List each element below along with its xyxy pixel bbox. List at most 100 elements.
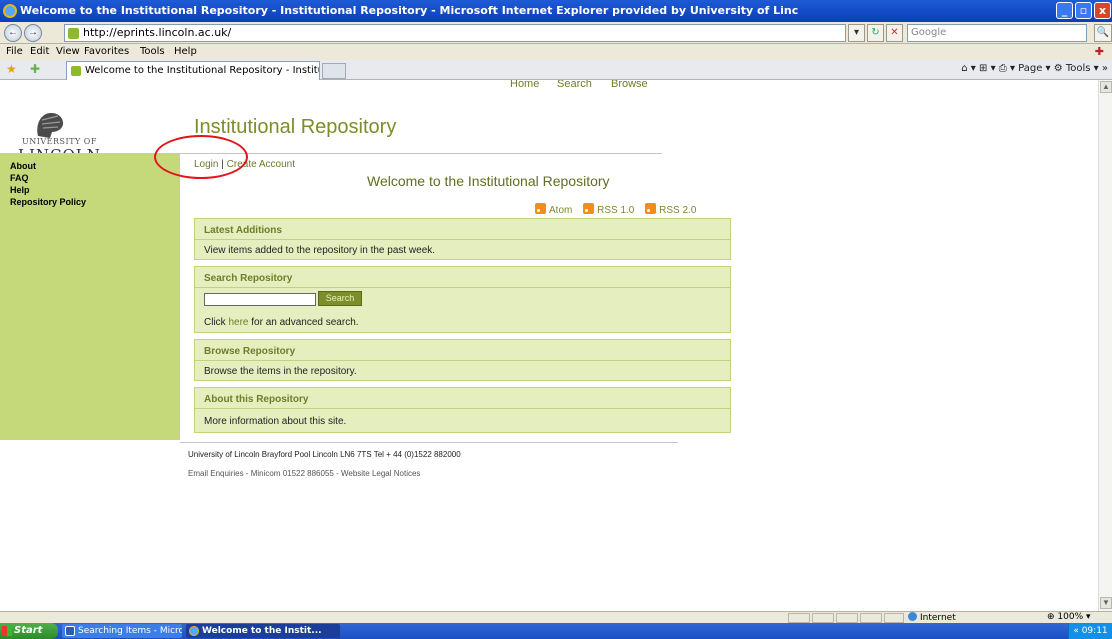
status-cell [836, 613, 858, 623]
minimize-button[interactable]: _ [1056, 2, 1073, 19]
address-url: http://eprints.lincoln.ac.uk/ [83, 26, 232, 39]
taskbar: Start Searching Items - Micros... Welcom… [0, 623, 1112, 639]
tab-title: Welcome to the Institutional Repository … [85, 65, 319, 76]
address-bar-row: ← → http://eprints.lincoln.ac.uk/ ▾ ↻ ✕ … [0, 22, 1112, 44]
tab-favicon-icon [71, 66, 81, 76]
tab-active[interactable]: Welcome to the Institutional Repository … [66, 61, 320, 80]
sidebar-item-about[interactable]: About [10, 161, 36, 171]
menu-help[interactable]: Help [174, 46, 197, 57]
stop-button[interactable]: ✕ [886, 24, 903, 42]
status-cell [860, 613, 882, 623]
advanced-search-prefix: Click [204, 317, 229, 328]
back-button[interactable]: ← [4, 24, 22, 42]
zone-label: Internet [920, 613, 956, 623]
repository-search-input[interactable] [204, 293, 316, 306]
menu-file[interactable]: File [6, 46, 23, 57]
search-icon[interactable]: 🔍 [1094, 24, 1112, 42]
advanced-search-text: Click here for an advanced search. [204, 317, 359, 328]
footer-links[interactable]: Email Enquiries - Minicom 01522 886055 -… [188, 469, 420, 478]
add-favorites-icon[interactable]: ✚ [30, 62, 40, 76]
start-button[interactable]: Start [0, 623, 58, 639]
sidebar-item-repository-policy[interactable]: Repository Policy [10, 197, 86, 207]
rss1-feed-link[interactable]: RSS 1.0 [583, 203, 635, 216]
rss1-label: RSS 1.0 [597, 205, 635, 216]
feed-icon [535, 203, 546, 214]
new-tab-button[interactable] [322, 63, 346, 79]
site-favicon-icon [68, 28, 79, 39]
refresh-button[interactable]: ↻ [867, 24, 884, 42]
internet-explorer-icon [3, 4, 17, 18]
browse-repository-title[interactable]: Browse Repository [204, 346, 295, 357]
search-button[interactable]: Search [318, 291, 362, 306]
screen: Welcome to the Institutional Repository … [0, 0, 1112, 639]
close-button[interactable]: x [1094, 2, 1111, 19]
university-logo-icon [37, 112, 64, 138]
address-dropdown-button[interactable]: ▾ [848, 24, 865, 42]
search-input[interactable]: Google [907, 24, 1087, 42]
sidebar-item-faq[interactable]: FAQ [10, 173, 29, 183]
about-repository-title[interactable]: About this Repository [204, 394, 308, 405]
window-title: Welcome to the Institutional Repository … [20, 4, 799, 17]
latest-additions-title[interactable]: Latest Additions [204, 225, 282, 236]
maximize-button[interactable]: ▫ [1075, 2, 1092, 19]
about-repository-box: About this Repository More information a… [194, 387, 731, 433]
taskbar-item-browser[interactable]: Welcome to the Instit... [186, 624, 340, 638]
command-bar[interactable]: ⌂ ▾ ⊞ ▾ ⎙ ▾ Page ▾ ⚙ Tools ▾ » [961, 63, 1108, 74]
rss2-label: RSS 2.0 [659, 205, 697, 216]
status-cell [788, 613, 810, 623]
status-cell [884, 613, 904, 623]
welcome-heading: Welcome to the Institutional Repository [367, 173, 610, 189]
feed-icon [583, 203, 595, 214]
box-divider [195, 239, 730, 240]
globe-icon [908, 612, 917, 621]
scroll-down-icon[interactable]: ▼ [1100, 597, 1112, 609]
advanced-search-suffix: for an advanced search. [248, 317, 359, 328]
security-zone[interactable]: Internet [908, 612, 956, 623]
start-label: Start [14, 625, 43, 636]
rss2-feed-link[interactable]: RSS 2.0 [645, 203, 697, 216]
forward-button[interactable]: → [24, 24, 42, 42]
footer-divider [180, 442, 678, 443]
sidebar-item-help[interactable]: Help [10, 185, 30, 195]
taskbar-item-label: Searching Items - Micros... [78, 626, 182, 636]
zoom-level[interactable]: ⊕ 100% ▾ [1047, 612, 1091, 622]
advanced-search-link[interactable]: here [228, 317, 248, 328]
taskbar-item-word[interactable]: Searching Items - Micros... [62, 624, 182, 638]
search-repository-title: Search Repository [204, 273, 293, 284]
internet-explorer-icon [189, 626, 199, 636]
nav-home-link[interactable]: Home [510, 80, 539, 90]
status-bar: Internet ⊕ 100% ▾ [0, 611, 1112, 623]
logo-line1: UNIVERSITY OF [21, 137, 97, 146]
atom-label: Atom [549, 205, 573, 216]
window-title-bar[interactable]: Welcome to the Institutional Repository … [0, 0, 1112, 22]
scroll-up-icon[interactable]: ▲ [1100, 81, 1112, 93]
browse-repository-box: Browse Repository Browse the items in th… [194, 339, 731, 381]
box-divider [195, 287, 730, 288]
atom-feed-link[interactable]: Atom [535, 203, 573, 216]
latest-additions-text: View items added to the repository in th… [204, 245, 436, 256]
sidebar: About FAQ Help Repository Policy [0, 153, 180, 440]
menu-bar: File Edit View Favorites Tools Help ✚ [0, 44, 1112, 60]
menu-edit[interactable]: Edit [30, 46, 49, 57]
address-input[interactable]: http://eprints.lincoln.ac.uk/ [64, 24, 846, 42]
page-title: Institutional Repository [194, 116, 397, 138]
menu-favorites[interactable]: Favorites [84, 46, 129, 57]
word-document-icon [65, 626, 75, 636]
system-tray-clock[interactable]: « 09:11 [1068, 623, 1112, 639]
nav-search-link[interactable]: Search [557, 80, 592, 90]
toolbox-icon[interactable]: ✚ [1095, 45, 1104, 58]
nav-browse-link[interactable]: Browse [611, 80, 648, 90]
taskbar-item-label: Welcome to the Instit... [202, 626, 322, 636]
menu-tools[interactable]: Tools [140, 46, 165, 57]
box-divider [195, 408, 730, 409]
vertical-scrollbar[interactable]: ▲ ▼ [1098, 80, 1112, 611]
red-annotation-circle [154, 135, 248, 179]
footer-address: University of Lincoln Brayford Pool Linc… [188, 450, 461, 459]
feed-icon [645, 203, 657, 214]
about-repository-text: More information about this site. [204, 416, 347, 427]
menu-view[interactable]: View [56, 46, 80, 57]
page-viewport: Home Search Browse UNIVERSITY OF LINCOLN… [0, 80, 1098, 611]
feed-links: Atom RSS 1.0 RSS 2.0 [535, 203, 704, 216]
favorites-star-icon[interactable]: ★ [6, 62, 17, 76]
title-divider [180, 153, 662, 154]
